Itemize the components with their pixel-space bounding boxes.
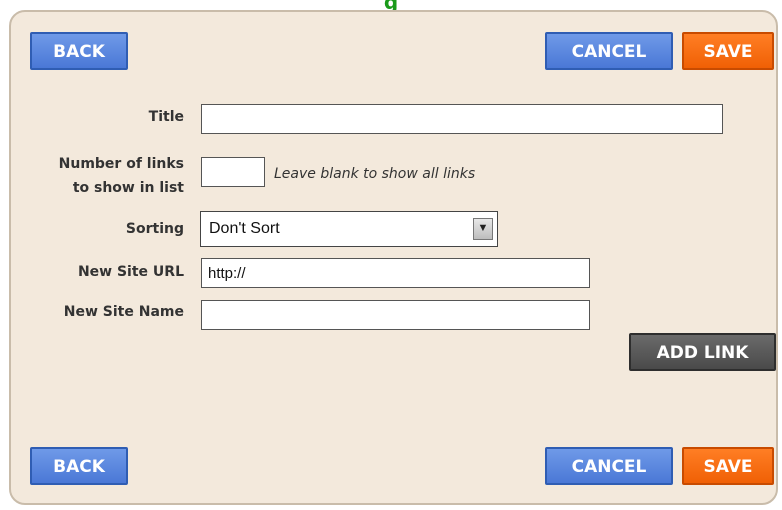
new-site-name-input[interactable] [201,300,590,330]
save-button-bottom[interactable]: SAVE [682,447,774,485]
num-links-hint: Leave blank to show all links [274,166,476,182]
num-links-label: Number of links to show in list [20,152,184,200]
new-site-url-input[interactable] [201,258,590,288]
sorting-select[interactable]: Don't Sort ▼ [200,211,498,247]
chevron-down-icon[interactable]: ▼ [473,218,493,240]
title-input[interactable] [201,104,723,134]
new-site-name-label: New Site Name [63,304,184,320]
num-links-input[interactable] [201,157,265,187]
sorting-selected-value: Don't Sort [209,220,280,237]
cancel-button-top[interactable]: CANCEL [545,32,673,70]
back-button-bottom[interactable]: BACK [30,447,128,485]
cancel-button-bottom[interactable]: CANCEL [545,447,673,485]
save-button-top[interactable]: SAVE [682,32,774,70]
num-links-label-line2: to show in list [72,180,184,196]
sorting-label: Sorting [125,221,184,237]
add-link-button[interactable]: ADD LINK [629,333,776,371]
title-label: Title [148,109,184,125]
back-button-top[interactable]: BACK [30,32,128,70]
new-site-url-label: New Site URL [77,264,184,280]
num-links-label-line1: Number of links [58,156,184,172]
